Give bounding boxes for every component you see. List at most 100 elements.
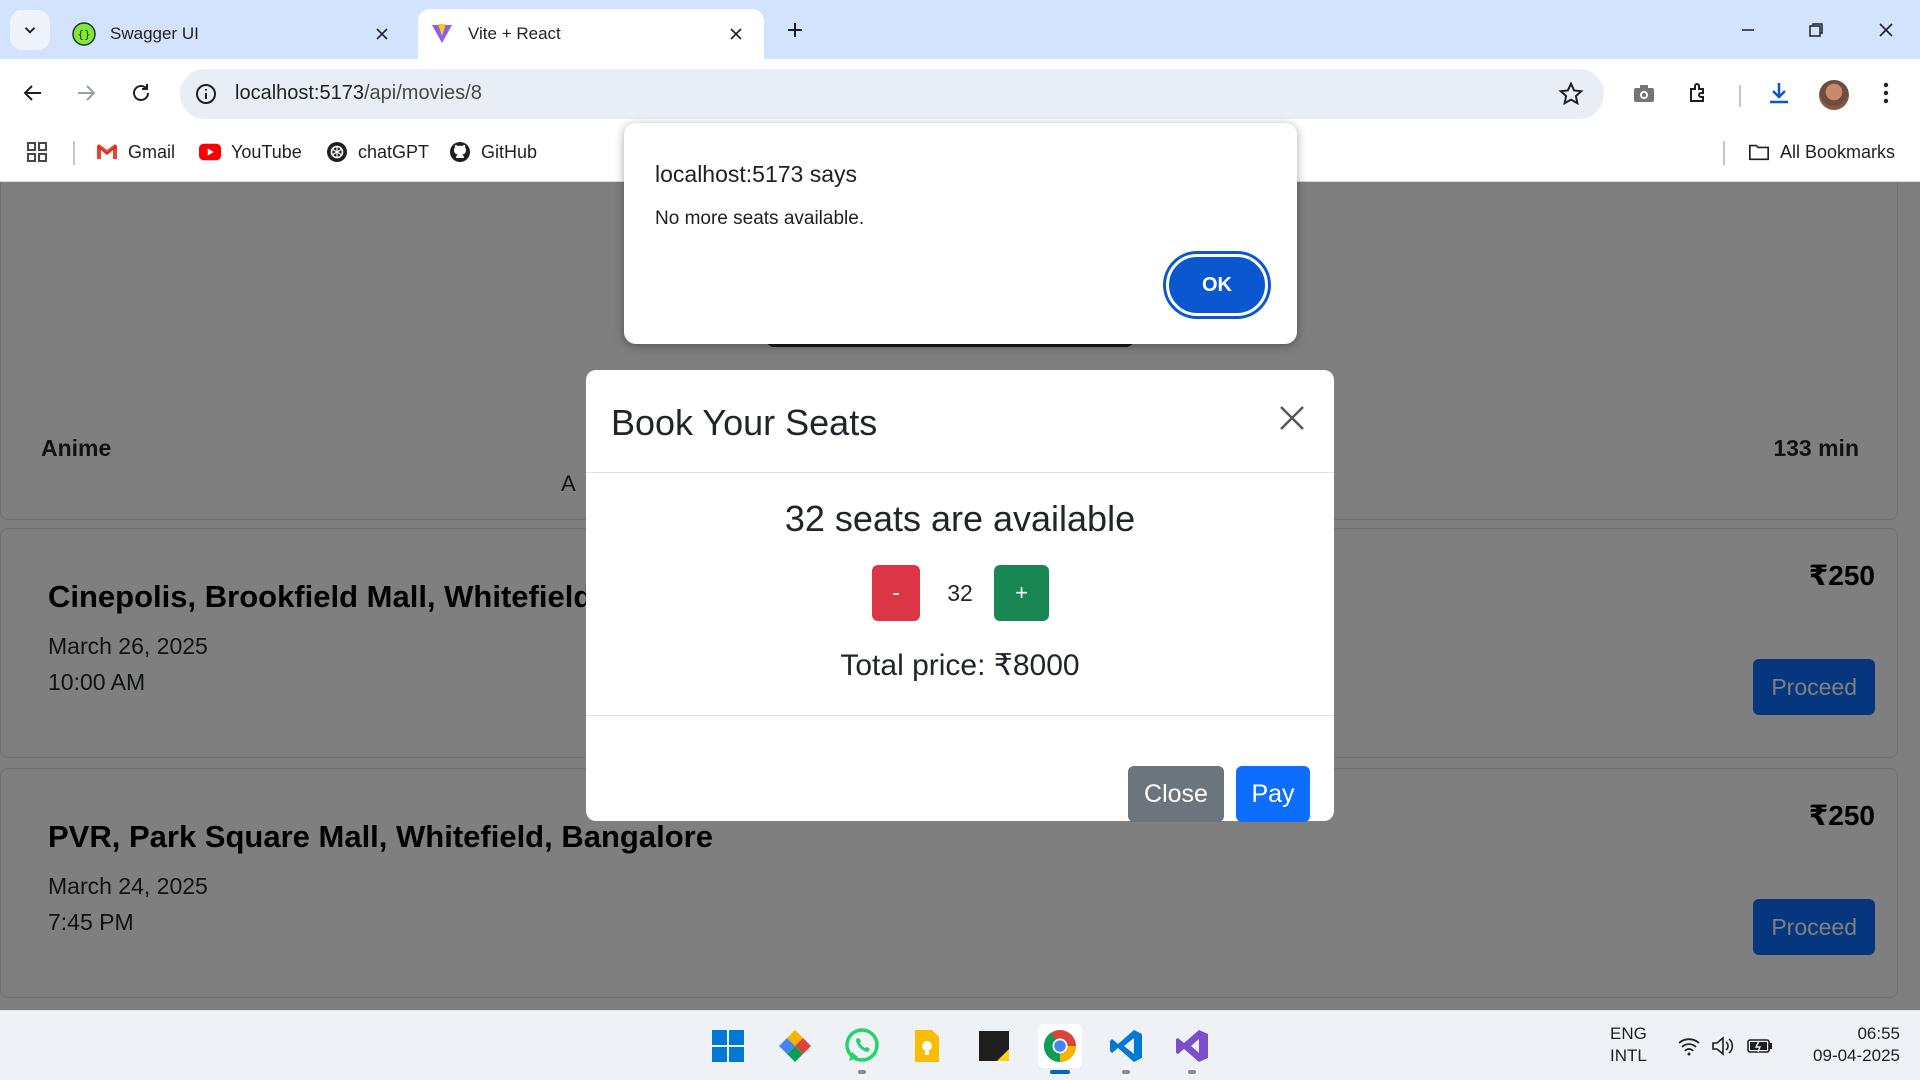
- bookmark-chatgpt[interactable]: chatGPT: [326, 137, 429, 167]
- taskbar-app-sticky-notes[interactable]: [972, 1024, 1016, 1068]
- decrease-seats-button[interactable]: -: [872, 565, 920, 621]
- forward-button[interactable]: [68, 75, 104, 111]
- total-price: Total price: ₹8000: [840, 649, 1080, 682]
- sticky-note-icon: [979, 1031, 1009, 1061]
- wifi-icon[interactable]: [1676, 1033, 1702, 1059]
- alert-title: localhost:5173 says: [655, 161, 858, 187]
- extensions-icon[interactable]: [1683, 77, 1715, 109]
- youtube-icon: [199, 141, 221, 163]
- tab-title: Vite + React: [468, 24, 561, 43]
- pay-button[interactable]: Pay: [1236, 766, 1310, 822]
- language-code: ENG: [1610, 1024, 1647, 1043]
- all-bookmarks[interactable]: All Bookmarks: [1748, 137, 1895, 167]
- alert-dialog: localhost:5173 says No more seats availa…: [624, 123, 1297, 344]
- running-indicator: [858, 1070, 866, 1074]
- seats-available-text: 32 seats are available: [784, 498, 1136, 539]
- running-indicator: [1122, 1070, 1130, 1074]
- url-path: /api/movies/8: [363, 82, 482, 104]
- diamond-app-icon: [779, 1030, 811, 1062]
- ok-button[interactable]: OK: [1166, 254, 1268, 316]
- star-icon[interactable]: [1558, 81, 1584, 107]
- running-indicator: [1188, 1070, 1196, 1074]
- modal-title: Book Your Seats: [611, 402, 878, 443]
- start-button[interactable]: [706, 1024, 750, 1068]
- plus-icon: [788, 23, 802, 37]
- vite-icon: [430, 22, 454, 46]
- back-button[interactable]: [15, 75, 51, 111]
- menu-kebab-icon[interactable]: [1870, 77, 1902, 109]
- bookmarks-divider: [73, 141, 75, 165]
- browser-tab-strip: {} Swagger UI Vite + React: [0, 0, 1920, 59]
- tab-swagger-ui[interactable]: {} Swagger UI: [58, 9, 410, 59]
- tab-title: Swagger UI: [110, 24, 199, 43]
- minimize-icon: [1742, 29, 1754, 31]
- bookmark-label: Gmail: [128, 141, 176, 162]
- address-bar[interactable]: localhost:5173/api/movies/8: [180, 69, 1604, 119]
- booking-modal: Book Your Seats 32 seats are available -…: [586, 370, 1334, 822]
- new-tab-button[interactable]: [780, 15, 810, 45]
- toolbar-divider: [1739, 85, 1741, 107]
- vscode-icon: [1110, 1030, 1142, 1062]
- close-icon[interactable]: [724, 22, 748, 46]
- taskbar-app-whatsapp[interactable]: [840, 1024, 884, 1074]
- bookmark-gmail[interactable]: Gmail: [96, 137, 175, 167]
- chatgpt-icon: [326, 141, 348, 163]
- reload-button[interactable]: [123, 75, 159, 111]
- system-clock[interactable]: 06:55 09-04-2025: [1790, 1023, 1900, 1067]
- browser-toolbar: localhost:5173/api/movies/8: [0, 59, 1920, 127]
- tab-vite-react[interactable]: Vite + React: [418, 9, 764, 59]
- close-icon: [1280, 406, 1304, 430]
- restore-icon: [1809, 23, 1823, 37]
- increase-seats-button[interactable]: +: [994, 565, 1049, 621]
- svg-text:{}: {}: [77, 28, 90, 41]
- arrow-left-icon: [23, 85, 41, 101]
- tab-search-button[interactable]: [10, 10, 50, 50]
- url-host: localhost:5173: [235, 82, 364, 104]
- close-icon[interactable]: [370, 22, 394, 46]
- chrome-icon: [1043, 1030, 1076, 1062]
- seat-count: 32: [947, 580, 973, 606]
- taskbar-app-gemini[interactable]: [773, 1024, 817, 1068]
- bookmark-label: YouTube: [231, 141, 302, 162]
- camera-icon[interactable]: [1628, 77, 1660, 109]
- swagger-icon: {}: [72, 22, 96, 46]
- restore-button[interactable]: [1800, 14, 1832, 46]
- apps-grid-icon[interactable]: [26, 137, 48, 167]
- bookmark-github[interactable]: GitHub: [449, 137, 537, 167]
- visual-studio-icon: [1176, 1030, 1208, 1062]
- keyboard-layout: INTL: [1610, 1046, 1647, 1065]
- active-indicator: [1050, 1070, 1070, 1074]
- close-button[interactable]: Close: [1128, 766, 1224, 822]
- github-icon: [449, 141, 471, 163]
- bookmarks-divider: [1723, 141, 1725, 165]
- whatsapp-icon: [845, 1028, 879, 1062]
- gmail-icon: [96, 141, 118, 163]
- battery-icon[interactable]: [1747, 1033, 1773, 1059]
- taskbar-app-vscode[interactable]: [1104, 1024, 1148, 1074]
- minimize-button[interactable]: [1732, 14, 1764, 46]
- clock-time: 06:55: [1857, 1024, 1900, 1043]
- taskbar: ENG INTL 06:55 09-04-2025: [0, 1010, 1920, 1080]
- site-info-icon[interactable]: [194, 82, 218, 106]
- alert-message: No more seats available.: [655, 208, 865, 229]
- modal-close-button[interactable]: [1272, 398, 1312, 438]
- taskbar-app-visual-studio[interactable]: [1170, 1024, 1214, 1074]
- bookmark-youtube[interactable]: YouTube: [199, 137, 302, 167]
- close-icon: [1879, 23, 1893, 37]
- windows-icon: [712, 1030, 744, 1062]
- all-bookmarks-label: All Bookmarks: [1780, 141, 1896, 162]
- clock-date: 09-04-2025: [1813, 1046, 1900, 1065]
- notes-icon: [915, 1030, 939, 1062]
- close-window-button[interactable]: [1870, 14, 1902, 46]
- arrow-right-icon: [78, 85, 96, 101]
- speaker-icon[interactable]: [1710, 1033, 1736, 1059]
- folder-icon: [1748, 141, 1770, 163]
- bookmark-label: chatGPT: [358, 141, 430, 162]
- download-icon[interactable]: [1763, 77, 1795, 109]
- taskbar-app-keep[interactable]: [905, 1024, 949, 1068]
- taskbar-app-chrome[interactable]: [1038, 1024, 1082, 1074]
- profile-avatar[interactable]: [1819, 80, 1849, 110]
- reload-icon: [133, 84, 149, 101]
- url-text[interactable]: localhost:5173/api/movies/8: [235, 82, 482, 105]
- input-language[interactable]: ENG INTL: [1610, 1023, 1647, 1067]
